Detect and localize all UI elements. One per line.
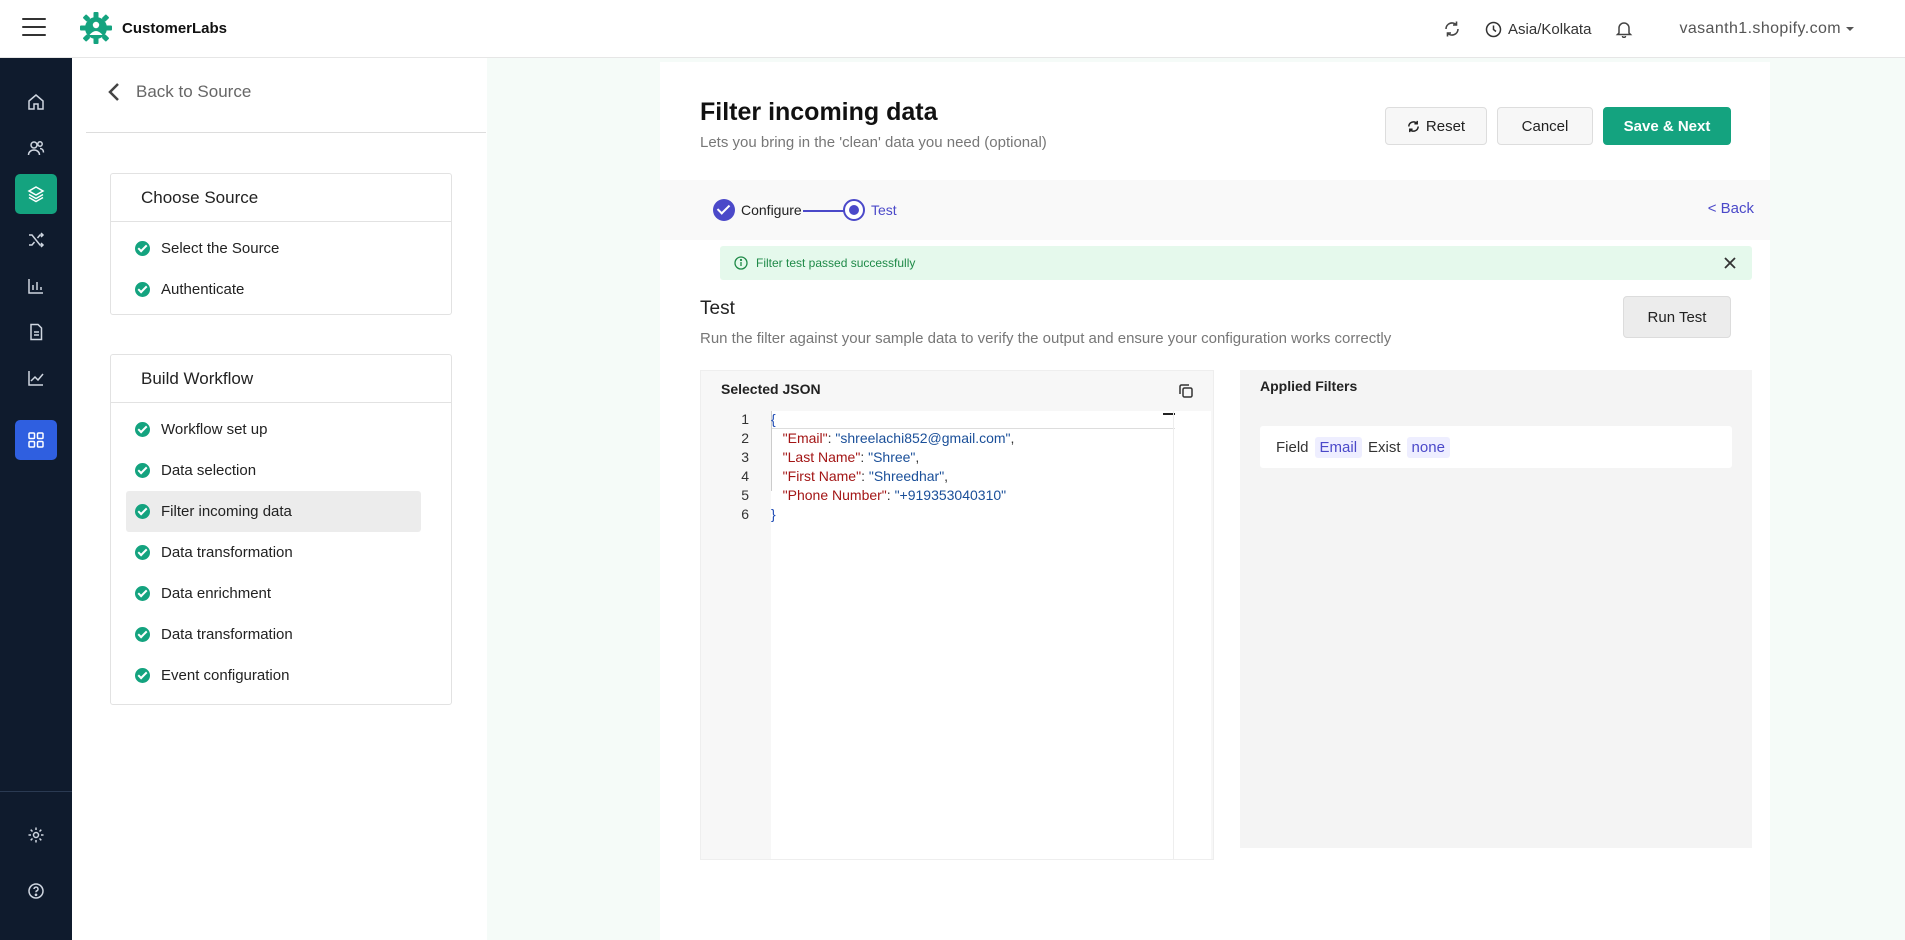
timezone-label: Asia/Kolkata: [1508, 20, 1592, 38]
step-select-source[interactable]: Select the Source: [111, 228, 451, 269]
refresh-icon: [1408, 120, 1419, 132]
editor-scroll-edge: [1173, 411, 1174, 859]
page-subtitle: Lets you bring in the 'clean' data you n…: [700, 134, 1047, 151]
check-circle-icon: [135, 241, 150, 256]
build-workflow-title: Build Workflow: [111, 355, 451, 403]
settings-icon[interactable]: [15, 815, 57, 855]
trend-icon[interactable]: [15, 358, 57, 398]
choose-source-card: Choose Source Select the Source Authenti…: [110, 173, 452, 315]
sidebar-divider: [86, 132, 486, 133]
step-filter-incoming-data[interactable]: Filter incoming data: [126, 491, 421, 532]
filter-field-label: Field: [1276, 438, 1309, 456]
step-authenticate[interactable]: Authenticate: [111, 269, 451, 310]
users-icon[interactable]: [15, 128, 57, 168]
check-circle-icon: [713, 199, 735, 221]
account-name: vasanth1.shopify.com: [1679, 20, 1841, 37]
icon-rail: [0, 58, 72, 940]
filter-row: Field Email Exist none: [1260, 426, 1732, 468]
copy-icon[interactable]: [1177, 382, 1195, 400]
close-icon[interactable]: [1722, 255, 1738, 271]
document-icon[interactable]: [15, 312, 57, 352]
check-circle-icon: [135, 668, 150, 683]
main-panel: Filter incoming data Lets you bring in t…: [660, 62, 1770, 940]
step-event-configuration[interactable]: Event configuration: [111, 655, 451, 696]
step-data-selection[interactable]: Data selection: [111, 450, 451, 491]
page-title: Filter incoming data: [700, 98, 938, 126]
reset-button[interactable]: Reset: [1385, 107, 1487, 145]
back-to-source-label: Back to Source: [136, 82, 252, 101]
step-data-transformation[interactable]: Data transformation: [111, 532, 451, 573]
back-link[interactable]: < Back: [1708, 200, 1754, 217]
shuffle-icon[interactable]: [15, 220, 57, 260]
top-right-controls: Asia/Kolkata vasanth1.shopify.com: [1441, 0, 1855, 58]
run-test-button[interactable]: Run Test: [1623, 296, 1731, 338]
chevron-left-icon: [108, 83, 119, 101]
check-circle-icon: [135, 422, 150, 437]
info-icon: [734, 256, 748, 270]
workflow-sidebar: Back to Source Choose Source Select the …: [72, 58, 487, 940]
customerlabs-logo-icon: [80, 12, 112, 44]
build-workflow-card: Build Workflow Workflow set up Data sele…: [110, 354, 452, 705]
rail-divider: [0, 791, 72, 792]
apps-icon[interactable]: [15, 420, 57, 460]
success-alert: Filter test passed successfully: [720, 246, 1752, 280]
json-line: "Last Name": "Shree",: [782, 449, 920, 465]
json-close-brace: }: [771, 506, 776, 522]
applied-filters-title: Applied Filters: [1260, 378, 1358, 394]
check-circle-icon: [135, 504, 150, 519]
check-circle-icon: [135, 463, 150, 478]
stepper-configure[interactable]: Configure: [713, 199, 802, 221]
back-to-source-link[interactable]: Back to Source: [108, 82, 251, 102]
json-open-brace: {: [771, 411, 776, 427]
home-icon[interactable]: [15, 82, 57, 122]
test-section-title: Test: [700, 298, 735, 319]
step-workflow-setup[interactable]: Workflow set up: [111, 409, 451, 450]
choose-source-title: Choose Source: [111, 174, 451, 222]
json-line: "First Name": "Shreedhar",: [782, 468, 949, 484]
step-data-transformation-2[interactable]: Data transformation: [111, 614, 451, 655]
selected-json-panel: Selected JSON 1 2 3 4 5 6 { "Email": "sh…: [700, 370, 1214, 860]
selected-json-title: Selected JSON: [721, 381, 821, 397]
help-icon[interactable]: [15, 871, 57, 911]
stepper-connector: [803, 210, 845, 212]
app-logo[interactable]: CustomerLabs: [78, 10, 227, 46]
check-circle-icon: [135, 282, 150, 297]
filter-value: none: [1406, 436, 1450, 458]
step-data-enrichment[interactable]: Data enrichment: [111, 573, 451, 614]
filter-operator: Exist: [1368, 438, 1401, 456]
filter-field-value: Email: [1314, 436, 1363, 458]
timezone-selector[interactable]: Asia/Kolkata: [1485, 21, 1591, 38]
check-circle-icon: [135, 586, 150, 601]
layers-icon[interactable]: [15, 174, 57, 214]
current-step-icon: [843, 199, 865, 221]
cancel-button[interactable]: Cancel: [1497, 107, 1593, 145]
json-line: "Email": "shreelachi852@gmail.com",: [782, 430, 1015, 446]
bell-icon[interactable]: [1613, 18, 1635, 40]
app-name: CustomerLabs: [122, 19, 228, 37]
caret-down-icon: [1846, 27, 1854, 31]
json-line: "Phone Number": "+919353040310": [782, 487, 1007, 503]
alert-message: Filter test passed successfully: [756, 256, 916, 270]
save-next-button[interactable]: Save & Next: [1603, 107, 1731, 145]
applied-filters-panel: Applied Filters Field Email Exist none: [1240, 370, 1752, 848]
stepper-test[interactable]: Test: [843, 199, 897, 221]
chart-icon[interactable]: [15, 266, 57, 306]
hamburger-menu-icon[interactable]: [22, 18, 46, 38]
line-numbers: 1 2 3 4 5 6: [741, 411, 749, 522]
stepper: Configure Test < Back: [660, 180, 1770, 240]
test-section-description: Run the filter against your sample data …: [700, 330, 1392, 347]
refresh-icon[interactable]: [1441, 18, 1463, 40]
json-code: { "Email": "shreelachi852@gmail.com", "L…: [771, 411, 1014, 525]
top-bar: CustomerLabs Asia/Kolkata vasanth1.shopi…: [0, 0, 1905, 58]
check-circle-icon: [135, 545, 150, 560]
account-selector[interactable]: vasanth1.shopify.com: [1679, 20, 1855, 38]
clock-icon: [1485, 21, 1502, 37]
check-circle-icon: [135, 627, 150, 642]
